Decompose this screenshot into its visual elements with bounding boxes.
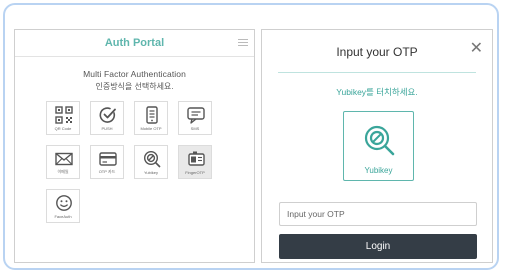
sms-chat-icon bbox=[187, 107, 205, 124]
method-mobile-otp[interactable]: Mobile OTP bbox=[134, 101, 168, 135]
method-label: QR Code bbox=[54, 126, 72, 131]
qr-code-icon bbox=[55, 106, 73, 124]
finger-otp-icon bbox=[188, 151, 205, 166]
portal-header: Auth Portal bbox=[15, 30, 254, 57]
method-push[interactable]: PUSH bbox=[90, 101, 124, 135]
mfa-heading: Multi Factor Authentication bbox=[83, 69, 186, 79]
method-label: OTP 카드 bbox=[98, 169, 116, 174]
method-email[interactable]: 이메일 bbox=[46, 145, 80, 179]
otp-input[interactable] bbox=[279, 202, 477, 226]
yubikey-icon bbox=[143, 150, 161, 168]
check-push-icon bbox=[99, 107, 116, 123]
login-button[interactable]: Login bbox=[279, 234, 477, 259]
dialog-title: Input your OTP bbox=[336, 45, 418, 59]
method-label: 이메일 bbox=[57, 169, 69, 174]
close-icon[interactable]: ✕ bbox=[470, 41, 483, 57]
mobile-otp-icon bbox=[146, 106, 158, 124]
method-label: Mobile OTP bbox=[140, 126, 162, 131]
method-otp-card[interactable]: OTP 카드 bbox=[90, 145, 124, 179]
yubikey-tile: Yubikey bbox=[343, 111, 414, 181]
method-label: FingerOTP bbox=[185, 170, 205, 175]
method-sms[interactable]: SMS bbox=[178, 101, 212, 135]
touch-instruction: Yubikey를 터치하세요. bbox=[336, 87, 418, 97]
method-qr-code[interactable]: QR Code bbox=[46, 101, 80, 135]
method-label: SMS bbox=[190, 126, 200, 131]
yubikey-label: Yubikey bbox=[364, 166, 393, 175]
yubikey-icon bbox=[364, 125, 395, 156]
method-label: Yubikey bbox=[143, 170, 158, 175]
face-auth-icon bbox=[56, 195, 72, 211]
method-label: FaceAuth bbox=[54, 214, 72, 219]
mfa-subheading: 인증방식을 선택하세요. bbox=[95, 82, 174, 91]
method-face-auth[interactable]: FaceAuth bbox=[46, 189, 80, 223]
method-select-panel: Auth Portal Multi Factor Authentication … bbox=[14, 29, 255, 263]
email-icon bbox=[55, 152, 73, 166]
method-label: PUSH bbox=[101, 126, 113, 131]
otp-dialog: Input your OTP ✕ Yubikey를 터치하세요. Yubikey… bbox=[261, 29, 493, 263]
method-finger-otp[interactable]: FingerOTP bbox=[178, 145, 212, 179]
otp-card-icon bbox=[99, 152, 117, 166]
menu-icon[interactable] bbox=[238, 39, 248, 47]
method-yubikey[interactable]: Yubikey bbox=[134, 145, 168, 179]
title-divider bbox=[278, 72, 476, 73]
portal-title: Auth Portal bbox=[104, 37, 165, 49]
